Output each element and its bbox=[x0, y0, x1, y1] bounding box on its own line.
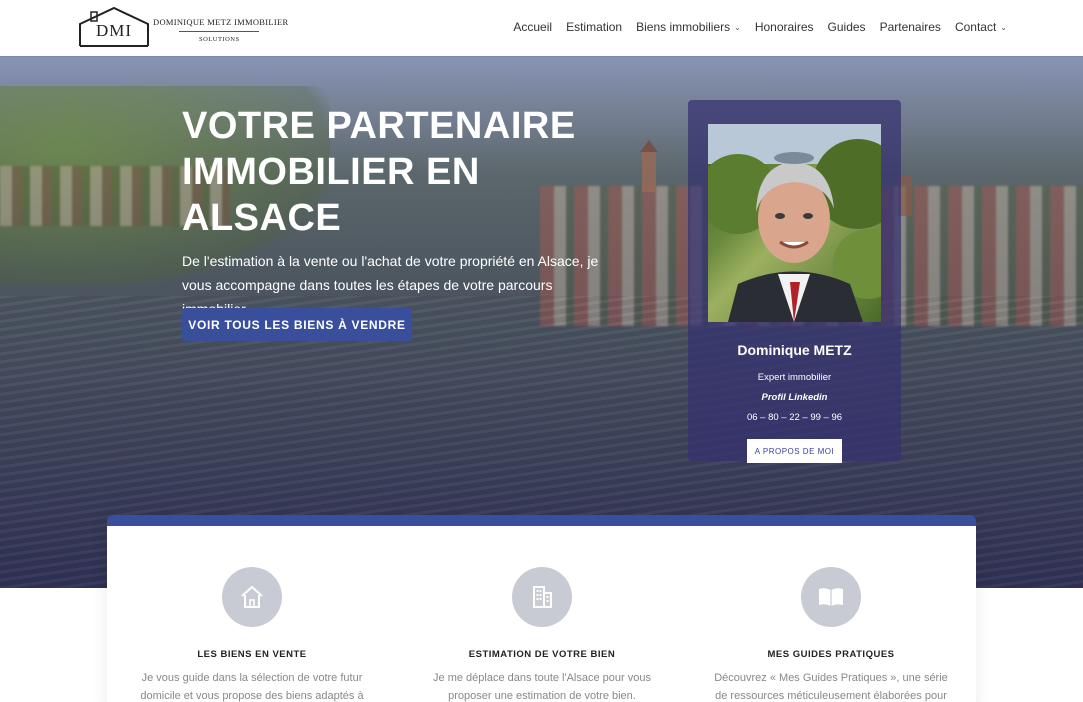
profile-phone: 06 – 80 – 22 – 99 – 96 bbox=[746, 412, 843, 423]
service-description: Je me déplace dans toute l'Alsace pour v… bbox=[433, 672, 651, 702]
see-properties-button[interactable]: VOIR TOUS LES BIENS À VENDRE bbox=[182, 308, 412, 341]
house-icon bbox=[222, 567, 282, 627]
nav-label: Guides bbox=[827, 20, 866, 34]
logo-name: DOMINIQUE METZ IMMOBILIER bbox=[153, 17, 289, 27]
logo-tagline: SOLUTIONS bbox=[199, 36, 240, 43]
building-icon bbox=[512, 567, 572, 627]
about-me-button[interactable]: A PROPOS DE MOI bbox=[747, 439, 842, 463]
site-header: DMI DOMINIQUE METZ IMMOBILIER SOLUTIONS … bbox=[0, 0, 1083, 56]
nav-item-guides[interactable]: Guides bbox=[828, 20, 866, 34]
service-card[interactable]: ESTIMATION DE VOTRE BIEN Je me déplace d… bbox=[407, 567, 677, 702]
nav-label: Accueil bbox=[513, 20, 553, 34]
nav-item-honoraires[interactable]: Honoraires bbox=[755, 20, 814, 34]
portrait-image bbox=[708, 124, 881, 322]
hero-background-church-tower bbox=[640, 140, 658, 192]
nav-label: Estimation bbox=[566, 20, 623, 34]
nav-label: Contact bbox=[954, 20, 997, 34]
chevron-down-icon: ⌄ bbox=[1000, 22, 1007, 32]
nav-label: Honoraires bbox=[754, 20, 814, 34]
chevron-down-icon: ⌄ bbox=[734, 22, 741, 32]
book-icon bbox=[801, 567, 861, 627]
profile-name: Dominique METZ bbox=[737, 342, 852, 358]
logo-divider bbox=[179, 31, 259, 32]
linkedin-profile-link[interactable]: Profil Linkedin bbox=[688, 392, 901, 403]
nav-item-accueil[interactable]: Accueil bbox=[513, 20, 552, 34]
services-section: LES BIENS EN VENTE Je vous guide dans la… bbox=[107, 515, 976, 702]
service-title: LES BIENS EN VENTE bbox=[197, 649, 307, 660]
service-description: Je vous guide dans la sélection de votre… bbox=[140, 672, 364, 702]
logo-monogram: DMI bbox=[96, 21, 133, 40]
nav-label: Partenaires bbox=[879, 20, 941, 34]
service-card[interactable]: MES GUIDES PRATIQUES Découvrez « Mes Gui… bbox=[696, 567, 966, 702]
site-logo[interactable]: DMI DOMINIQUE METZ IMMOBILIER SOLUTIONS bbox=[79, 6, 288, 48]
service-title: MES GUIDES PRATIQUES bbox=[767, 649, 895, 660]
profile-role: Expert immobilier bbox=[757, 372, 832, 383]
profile-photo bbox=[708, 124, 881, 322]
nav-item-biens-immobiliers[interactable]: Biens immobiliers ⌄ bbox=[636, 20, 741, 34]
nav-item-partenaires[interactable]: Partenaires bbox=[880, 20, 941, 34]
nav-label: Biens immobiliers bbox=[636, 20, 731, 34]
nav-item-estimation[interactable]: Estimation bbox=[566, 20, 622, 34]
service-description: Découvrez « Mes Guides Pratiques », une … bbox=[714, 672, 948, 702]
service-title: ESTIMATION DE VOTRE BIEN bbox=[468, 649, 616, 660]
main-nav: Accueil Estimation Biens immobiliers ⌄ Ho… bbox=[499, 20, 1007, 34]
nav-item-contact[interactable]: Contact ⌄ bbox=[955, 20, 1007, 34]
hero-title: VOTRE PARTENAIRE IMMOBILIER EN ALSACE bbox=[182, 105, 576, 239]
profile-card: Dominique METZ Expert immobilier Profil … bbox=[688, 100, 901, 463]
service-card[interactable]: LES BIENS EN VENTE Je vous guide dans la… bbox=[117, 567, 387, 702]
